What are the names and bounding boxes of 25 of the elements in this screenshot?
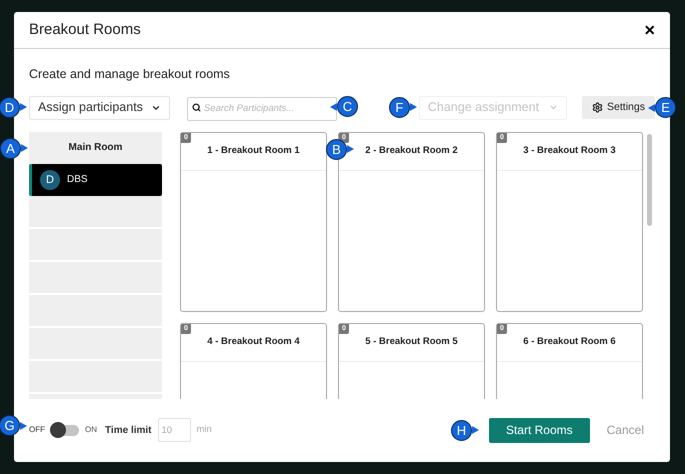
participant-name: DBS: [67, 173, 88, 188]
room-name: 3 - Breakout Room 3: [523, 144, 616, 158]
dialog-subtitle: Create and manage breakout rooms: [29, 66, 231, 83]
timer-toggle[interactable]: [51, 424, 79, 436]
settings-icon: [592, 102, 604, 114]
unit-label: min: [196, 423, 212, 438]
settings-button[interactable]: Settings: [582, 96, 655, 120]
room-name: 1 - Breakout Room 1: [207, 144, 300, 158]
room-name: 5 - Breakout Room 5: [365, 335, 458, 350]
room-name: 6 - Breakout Room 6: [523, 335, 616, 350]
room-name: 4 - Breakout Room 4: [207, 335, 300, 350]
participant-row[interactable]: D DBS: [29, 164, 162, 196]
avatar-initial: D: [40, 170, 60, 190]
dialog-title: Breakout Rooms: [29, 20, 141, 40]
scrollbar-thumb[interactable]: [647, 134, 652, 226]
off-label: OFF: [29, 424, 45, 436]
time-limit-label: Time limit: [105, 424, 152, 438]
room-name: 2 - Breakout Room 2: [365, 144, 458, 158]
close-button[interactable]: ×: [644, 21, 655, 39]
search-field[interactable]: Search Participants...: [186, 96, 337, 120]
main-room-title: Main Room: [68, 141, 124, 156]
on-label: ON: [85, 424, 97, 436]
start-rooms-button[interactable]: Start Rooms: [488, 418, 590, 443]
search-icon: [192, 103, 201, 112]
assign-dropdown[interactable]: Assign participants: [29, 96, 170, 120]
